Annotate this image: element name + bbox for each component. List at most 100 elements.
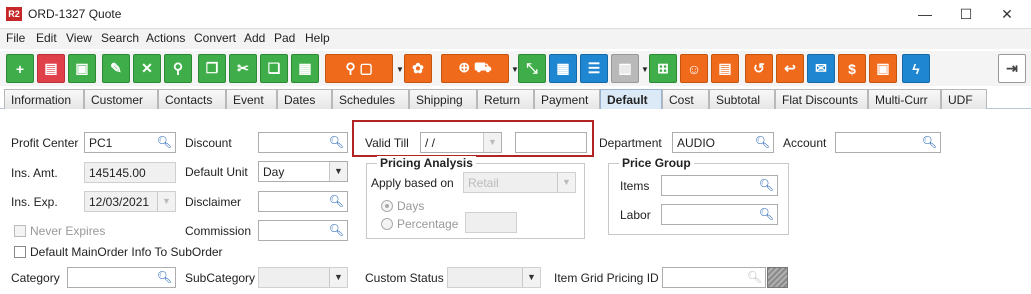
menu-add[interactable]: Add bbox=[244, 31, 265, 45]
tab-shipping[interactable]: Shipping bbox=[409, 89, 477, 109]
labor-label: Labor bbox=[620, 208, 651, 222]
disclaimer-field[interactable]: 🔍︎ bbox=[258, 191, 348, 212]
lookup-icon[interactable]: 🔍︎ bbox=[157, 270, 172, 284]
payment-icon[interactable]: $ bbox=[838, 54, 866, 83]
tab-udf[interactable]: UDF bbox=[941, 89, 987, 109]
minimize-button[interactable]: — bbox=[905, 4, 945, 24]
menu-pad[interactable]: Pad bbox=[274, 31, 295, 45]
chevron-down-icon[interactable]: ▼ bbox=[329, 268, 347, 287]
profit-center-value: PC1 bbox=[89, 136, 113, 150]
revert-icon[interactable]: ↺ bbox=[745, 54, 773, 83]
menu-convert[interactable]: Convert bbox=[194, 31, 236, 45]
apply-based-on-value: Retail bbox=[468, 176, 499, 190]
return-icon[interactable]: ↩ bbox=[776, 54, 804, 83]
menu-edit[interactable]: Edit bbox=[36, 31, 57, 45]
menu-actions[interactable]: Actions bbox=[146, 31, 185, 45]
lookup-icon[interactable]: 🔍︎ bbox=[157, 135, 172, 149]
profit-center-field[interactable]: PC1 🔍︎ bbox=[84, 132, 176, 153]
pricing-analysis-title: Pricing Analysis bbox=[377, 156, 476, 170]
tab-customer[interactable]: Customer bbox=[84, 89, 158, 109]
grid-icon[interactable]: ▦ bbox=[549, 54, 577, 83]
money-icon[interactable]: ▣ bbox=[869, 54, 897, 83]
default-mainorder-checkbox[interactable] bbox=[14, 246, 26, 258]
custom-status-select[interactable]: ▼ bbox=[447, 267, 541, 288]
tab-multi-curr[interactable]: Multi-Curr bbox=[868, 89, 941, 109]
org-chart-icon[interactable]: ⊞ bbox=[649, 54, 677, 83]
default-unit-value: Day bbox=[263, 165, 285, 179]
new-document-icon[interactable]: + bbox=[6, 54, 34, 83]
smile-icon[interactable]: ☺ bbox=[680, 54, 708, 83]
menu-search[interactable]: Search bbox=[101, 31, 139, 45]
document-list-icon[interactable]: ▤ bbox=[711, 54, 739, 83]
menu-help[interactable]: Help bbox=[305, 31, 330, 45]
message-icon[interactable]: ☰ bbox=[580, 54, 608, 83]
default-unit-label: Default Unit bbox=[185, 165, 248, 179]
lookup-icon[interactable]: 🔍︎ bbox=[329, 194, 344, 208]
lightning-icon[interactable]: ϟ bbox=[902, 54, 930, 83]
tab-flat-discounts[interactable]: Flat Discounts bbox=[775, 89, 868, 109]
items-field[interactable]: 🔍︎ bbox=[661, 175, 778, 196]
ins-exp-field[interactable]: 12/03/2021 ▼ bbox=[84, 191, 176, 212]
chevron-down-icon[interactable]: ▼ bbox=[522, 268, 540, 287]
menu-file[interactable]: File bbox=[6, 31, 25, 45]
department-field[interactable]: AUDIO 🔍︎ bbox=[672, 132, 774, 153]
edit-icon[interactable]: ✎ bbox=[102, 54, 130, 83]
toolbar: + ▤ ▣ ✎ ✕ ⚲ ❐ ✂ ❏ ▦ ⚲ ▢ ▼ ✿ ⊕ ⛟ ▼ ⤡ ▦ ☰ … bbox=[0, 51, 1031, 86]
lookup-icon[interactable]: 🔍︎ bbox=[755, 135, 770, 149]
exit-icon[interactable]: ⇥ bbox=[998, 54, 1026, 83]
close-button[interactable]: ✕ bbox=[987, 4, 1027, 24]
tab-subtotal[interactable]: Subtotal bbox=[709, 89, 775, 109]
account-field[interactable]: 🔍︎ bbox=[835, 132, 941, 153]
item-grid-pricing-field[interactable]: 🔍︎ bbox=[662, 267, 766, 288]
save-icon[interactable]: ▣ bbox=[68, 54, 96, 83]
tab-cost[interactable]: Cost bbox=[662, 89, 709, 109]
default-unit-select[interactable]: Day ▼ bbox=[258, 161, 348, 182]
chevron-down-icon[interactable]: ▼ bbox=[329, 162, 347, 181]
lookup-icon[interactable]: 🔍︎ bbox=[922, 135, 937, 149]
valid-till-date-field[interactable]: / / ▼ bbox=[420, 132, 502, 153]
chevron-down-icon[interactable]: ▼ bbox=[483, 133, 501, 152]
commission-field[interactable]: 🔍︎ bbox=[258, 220, 348, 241]
ins-amt-value: 145145.00 bbox=[89, 166, 146, 180]
tab-dates[interactable]: Dates bbox=[277, 89, 332, 109]
print-icon[interactable]: ▤ bbox=[37, 54, 65, 83]
cut-icon[interactable]: ✂ bbox=[229, 54, 257, 83]
copy-icon[interactable]: ❐ bbox=[198, 54, 226, 83]
lookup-icon[interactable]: 🔍︎ bbox=[747, 270, 762, 284]
maximize-button[interactable]: ☐ bbox=[946, 4, 986, 24]
category-field[interactable]: 🔍︎ bbox=[67, 267, 176, 288]
workflow-icon[interactable]: ✿ bbox=[404, 54, 432, 83]
paste-icon[interactable]: ❏ bbox=[260, 54, 288, 83]
percentage-label: Percentage bbox=[397, 217, 459, 231]
resize-icon[interactable]: ⤡ bbox=[518, 54, 546, 83]
tab-event[interactable]: Event bbox=[226, 89, 277, 109]
delete-icon[interactable]: ✕ bbox=[133, 54, 161, 83]
ins-amt-field: 145145.00 bbox=[84, 162, 176, 183]
tab-schedules[interactable]: Schedules bbox=[332, 89, 409, 109]
tab-information[interactable]: Information bbox=[4, 89, 84, 109]
tab-payment[interactable]: Payment bbox=[534, 89, 600, 109]
lookup-icon[interactable]: 🔍︎ bbox=[329, 135, 344, 149]
ins-exp-label: Ins. Exp. bbox=[11, 195, 58, 209]
search-icon[interactable]: ⚲ bbox=[164, 54, 192, 83]
discount-field[interactable]: 🔍︎ bbox=[258, 132, 348, 153]
lookup-icon[interactable]: 🔍︎ bbox=[759, 207, 774, 221]
price-group-title: Price Group bbox=[619, 156, 694, 170]
lookup-icon[interactable]: 🔍︎ bbox=[329, 223, 344, 237]
menu-view[interactable]: View bbox=[66, 31, 92, 45]
lookup-icon[interactable]: 🔍︎ bbox=[759, 178, 774, 192]
cart-add-icon[interactable]: ⊕ ⛟ bbox=[441, 54, 509, 83]
tab-default[interactable]: Default bbox=[600, 89, 662, 109]
clipboard-icon[interactable]: ▦ bbox=[291, 54, 319, 83]
dropdown-arrow-icon[interactable]: ▼ bbox=[396, 65, 404, 74]
department-label: Department bbox=[599, 136, 662, 150]
tab-contacts[interactable]: Contacts bbox=[158, 89, 226, 109]
subcategory-select[interactable]: ▼ bbox=[258, 267, 348, 288]
chat-icon[interactable]: ✉ bbox=[807, 54, 835, 83]
valid-till-time-field[interactable] bbox=[515, 132, 587, 153]
clear-icon[interactable] bbox=[767, 267, 788, 288]
quote-search-icon[interactable]: ⚲ ▢ bbox=[325, 54, 393, 83]
tab-return[interactable]: Return bbox=[477, 89, 534, 109]
labor-field[interactable]: 🔍︎ bbox=[661, 204, 778, 225]
chevron-down-icon: ▼ bbox=[557, 173, 575, 192]
